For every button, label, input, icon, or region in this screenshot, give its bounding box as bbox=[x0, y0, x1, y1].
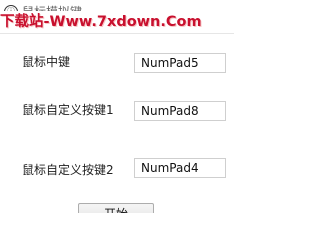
title-divider bbox=[0, 33, 234, 34]
start-button[interactable]: 开始 bbox=[78, 203, 154, 213]
middle-button-label: 鼠标中键 bbox=[22, 55, 71, 69]
custom-button-1-key-field[interactable] bbox=[134, 101, 226, 121]
custom-button-2-label: 鼠标自定义按键2 bbox=[22, 163, 114, 177]
middle-button-key-field[interactable] bbox=[134, 53, 226, 73]
app-window: ⓘ 鼠标模拟键 下载站-Www.7xdown.Com 鼠标中键 鼠标自定义按键1… bbox=[0, 0, 234, 213]
custom-button-2-key-field[interactable] bbox=[134, 158, 226, 178]
custom-button-1-label: 鼠标自定义按键1 bbox=[22, 103, 114, 117]
watermark-banner: 下载站-Www.7xdown.Com bbox=[0, 11, 234, 33]
